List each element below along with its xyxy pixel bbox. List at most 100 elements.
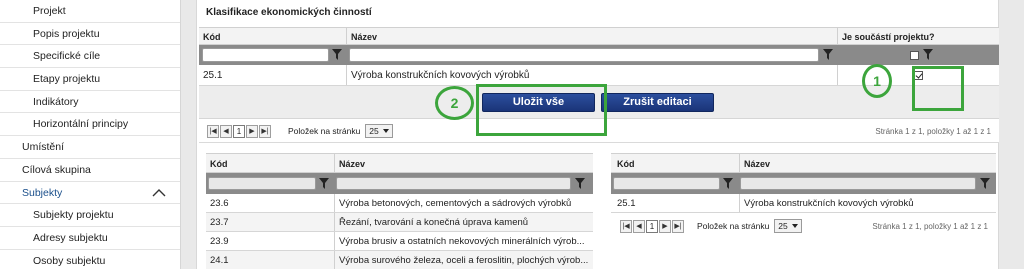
filter-icon[interactable] [319, 178, 329, 189]
sidebar-item-etapy-projektu[interactable]: Etapy projektu [0, 68, 180, 91]
pager-info: Stránka 1 z 1, položky 1 až 1 z 1 [875, 127, 991, 136]
pager: |◀ ◀ 1 ▶ ▶| Položek na stránku 25 [207, 124, 394, 138]
sidebar-item-label: Adresy subjektu [33, 231, 108, 244]
sidebar-item-subjekty[interactable]: Subjekty [0, 182, 180, 205]
highlight-box-save [476, 84, 607, 136]
sidebar-item-specificke-cile[interactable]: Specifické cíle [0, 45, 180, 69]
annotation-marker-2: 2 [435, 86, 474, 120]
filter-icon[interactable] [723, 178, 733, 189]
filter-icon[interactable] [923, 49, 933, 60]
column-header-code[interactable]: Kód [617, 159, 635, 169]
sidebar-item-label: Subjekty projektu [33, 209, 114, 222]
filter-row [199, 45, 999, 65]
classification-panel: Klasifikace ekonomických činností Kód Ná… [196, 0, 999, 269]
part-filter-checkbox[interactable] [910, 51, 919, 60]
current-page-input[interactable]: 1 [646, 219, 658, 233]
available-activities-grid: Kód Název 23.6 Výroba betonových, cement… [206, 153, 593, 269]
column-header-code[interactable]: Kód [210, 159, 228, 169]
cell-code: 25.1 [617, 198, 636, 209]
cell-code: 24.1 [210, 255, 229, 266]
first-page-icon[interactable]: |◀ [207, 124, 219, 138]
sidebar-item-label: Specifické cíle [33, 50, 101, 63]
prev-page-icon[interactable]: ◀ [220, 124, 232, 138]
pager: |◀ ◀ 1 ▶ ▶| Položek na stránku 25 [620, 219, 803, 233]
name-filter-input[interactable] [740, 177, 976, 190]
table-row[interactable]: 25.1 Výroba konstrukčních kovových výrob… [611, 194, 996, 213]
last-page-icon[interactable]: ▶| [259, 124, 271, 138]
page-size-value: 25 [778, 221, 788, 231]
sidebar-item-label: Osoby subjektu [33, 254, 106, 267]
cell-code: 25.1 [203, 70, 223, 81]
last-page-icon[interactable]: ▶| [672, 219, 684, 233]
pager-info: Stránka 1 z 1, položky 1 až 1 z 1 [872, 222, 988, 231]
sidebar-nav: Projekt Popis projektu Specifické cíle E… [0, 0, 181, 269]
sidebar-item-label: Popis projektu [33, 27, 100, 40]
page-size-label: Položek na stránku [697, 221, 770, 231]
code-filter-input[interactable] [613, 177, 720, 190]
table-row[interactable]: 23.6 Výroba betonových, cementových a sá… [206, 194, 593, 213]
annotation-marker-1: 1 [862, 64, 892, 98]
next-page-icon[interactable]: ▶ [659, 219, 671, 233]
code-filter-input[interactable] [202, 48, 329, 62]
sidebar-item-osoby-subjektu[interactable]: Osoby subjektu [0, 250, 180, 269]
filter-row [206, 173, 593, 194]
name-filter-input[interactable] [349, 48, 819, 62]
current-page-input[interactable]: 1 [233, 124, 245, 138]
cell-code: 23.6 [210, 198, 229, 209]
cell-code: 23.7 [210, 217, 229, 228]
sidebar-item-projekt[interactable]: Projekt [0, 0, 180, 23]
column-header-name[interactable]: Název [339, 159, 365, 169]
sidebar-item-horizontalni-principy[interactable]: Horizontální principy [0, 113, 180, 137]
column-header-name[interactable]: Název [744, 159, 770, 169]
filter-row [611, 173, 996, 194]
main-content: Klasifikace ekonomických činností Kód Ná… [190, 0, 1024, 269]
sidebar-item-cilova-skupina[interactable]: Cílová skupina [0, 159, 180, 182]
filter-icon[interactable] [823, 49, 833, 60]
sidebar-item-label: Umístění [22, 141, 65, 154]
grid-header: Kód Název [611, 153, 996, 173]
page-size-label: Položek na stránku [288, 126, 361, 136]
cell-name: Řezání, tvarování a konečná úprava kamen… [339, 217, 529, 228]
code-filter-input[interactable] [208, 177, 316, 190]
sidebar-item-subjekty-projektu[interactable]: Subjekty projektu [0, 204, 180, 227]
prev-page-icon[interactable]: ◀ [633, 219, 645, 233]
cell-name: Výroba brusiv a ostatních nekovových min… [339, 236, 585, 247]
sidebar-item-label: Subjekty [22, 186, 63, 199]
sidebar-item-label: Cílová skupina [22, 163, 91, 176]
cell-name: Výroba konstrukčních kovových výrobků [744, 198, 914, 209]
table-row[interactable]: 23.9 Výroba brusiv a ostatních nekovovýc… [206, 232, 593, 251]
table-row[interactable]: 24.1 Výroba surového železa, oceli a fer… [206, 251, 593, 269]
chevron-up-icon[interactable] [152, 188, 166, 197]
sidebar-item-label: Horizontální principy [33, 118, 129, 131]
column-header-code[interactable]: Kód [203, 32, 221, 42]
sidebar-item-label: Indikátory [33, 95, 79, 108]
sidebar-item-popis-projektu[interactable]: Popis projektu [0, 23, 180, 46]
filter-icon[interactable] [980, 178, 990, 189]
column-header-part[interactable]: Je součástí projektu? [842, 32, 935, 42]
panel-title: Klasifikace ekonomických činností [206, 7, 372, 18]
page-size-select[interactable]: 25 [365, 124, 394, 138]
cell-name: Výroba betonových, cementových a sádrový… [339, 198, 572, 209]
cell-name: Výroba surového železa, oceli a feroslit… [339, 255, 589, 266]
next-page-icon[interactable]: ▶ [246, 124, 258, 138]
page-size-select[interactable]: 25 [774, 219, 803, 233]
cancel-edit-button[interactable]: Zrušit editaci [601, 93, 714, 112]
filter-icon[interactable] [332, 49, 342, 60]
filter-icon[interactable] [575, 178, 585, 189]
grid-header: Kód Název Je součástí projektu? [199, 27, 999, 45]
sidebar-item-adresy-subjektu[interactable]: Adresy subjektu [0, 227, 180, 250]
name-filter-input[interactable] [336, 177, 571, 190]
sidebar-item-label: Projekt [33, 5, 66, 17]
page-size-value: 25 [369, 126, 379, 136]
project-activities-grid: Kód Název 25.1 Výroba konstrukčních kovo… [611, 153, 996, 241]
sidebar-item-indikatory[interactable]: Indikátory [0, 91, 180, 114]
table-row[interactable]: 23.7 Řezání, tvarování a konečná úprava … [206, 213, 593, 232]
pager-bar: |◀ ◀ 1 ▶ ▶| Položek na stránku 25 Stránk… [611, 213, 996, 239]
sidebar-item-label: Etapy projektu [33, 73, 101, 86]
dropdown-caret-icon [792, 224, 799, 228]
first-page-icon[interactable]: |◀ [620, 219, 632, 233]
sidebar-item-umisteni[interactable]: Umístění [0, 136, 180, 159]
highlight-box-checkbox [912, 66, 964, 111]
cell-name: Výroba konstrukčních kovových výrobků [351, 70, 530, 81]
column-header-name[interactable]: Název [351, 32, 377, 42]
